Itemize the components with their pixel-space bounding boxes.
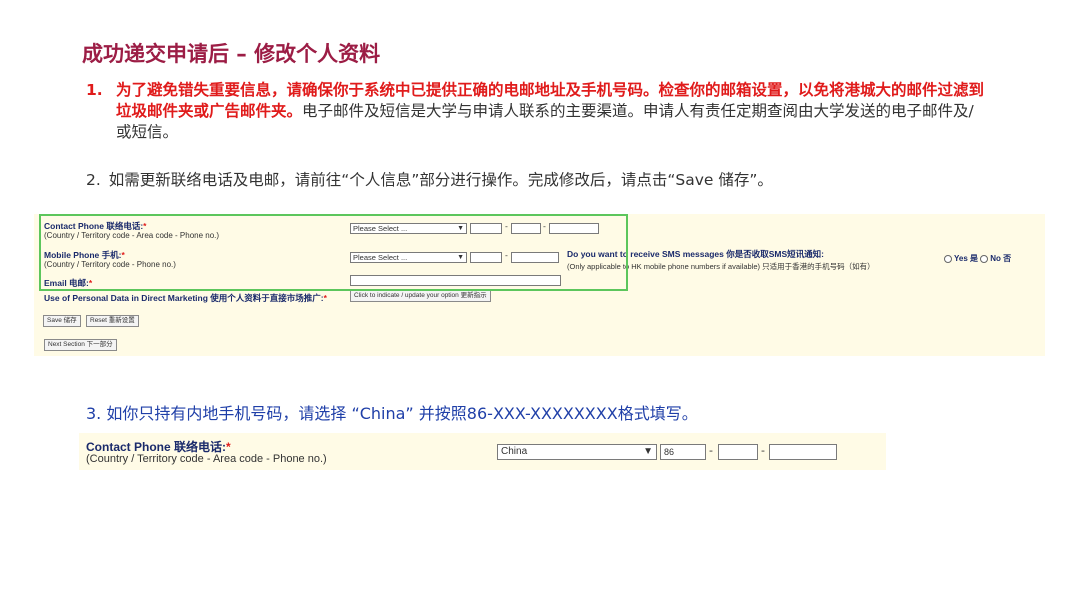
highlight-box (39, 214, 628, 291)
next-section-button[interactable]: Next Section 下一部分 (44, 339, 117, 351)
sms-options: Yes 是 No 否 (944, 253, 1011, 264)
sms-no-radio[interactable] (980, 254, 989, 263)
area-code-input[interactable] (718, 444, 758, 460)
separator: - (709, 444, 713, 457)
item-text: 如需更新联络电话及电邮，请前往“个人信息”部分进行操作。完成修改后，请点击“Sa… (108, 171, 773, 189)
slide-title: 成功递交申请后 – 修改个人资料 (82, 42, 381, 66)
country-select[interactable]: China ▼ (497, 444, 657, 460)
direct-marketing-label: Use of Personal Data in Direct Marketing… (44, 293, 327, 303)
separator: - (761, 444, 765, 457)
save-button[interactable]: Save 储存 (43, 315, 81, 327)
reset-button[interactable]: Reset 重新设置 (86, 315, 139, 327)
chevron-down-icon: ▼ (643, 446, 653, 457)
country-code-input[interactable]: 86 (660, 444, 706, 460)
item-number: 1. (86, 81, 103, 99)
item-number: 2. (86, 171, 101, 189)
direct-marketing-button[interactable]: Click to indicate / update your option 更… (350, 290, 491, 302)
instruction-item-2: 2. 如需更新联络电话及电邮，请前往“个人信息”部分进行操作。完成修改后，请点击“… (86, 168, 773, 190)
instruction-item-1: 1. 为了避免错失重要信息，请确保你于系统中已提供正确的电邮地址及手机号码。检查… (86, 80, 986, 143)
item-text: 为了避免错失重要信息，请确保你于系统中已提供正确的电邮地址及手机号码。检查你的邮… (116, 80, 986, 143)
sms-yes-radio[interactable] (944, 254, 952, 263)
phone-number-input[interactable] (769, 444, 837, 460)
instruction-item-3: 3. 如你只持有内地手机号码，请选择 “China” 并按照86-XXX-XXX… (86, 404, 698, 423)
contact-phone-hint: (Country / Territory code - Area code - … (86, 453, 327, 465)
